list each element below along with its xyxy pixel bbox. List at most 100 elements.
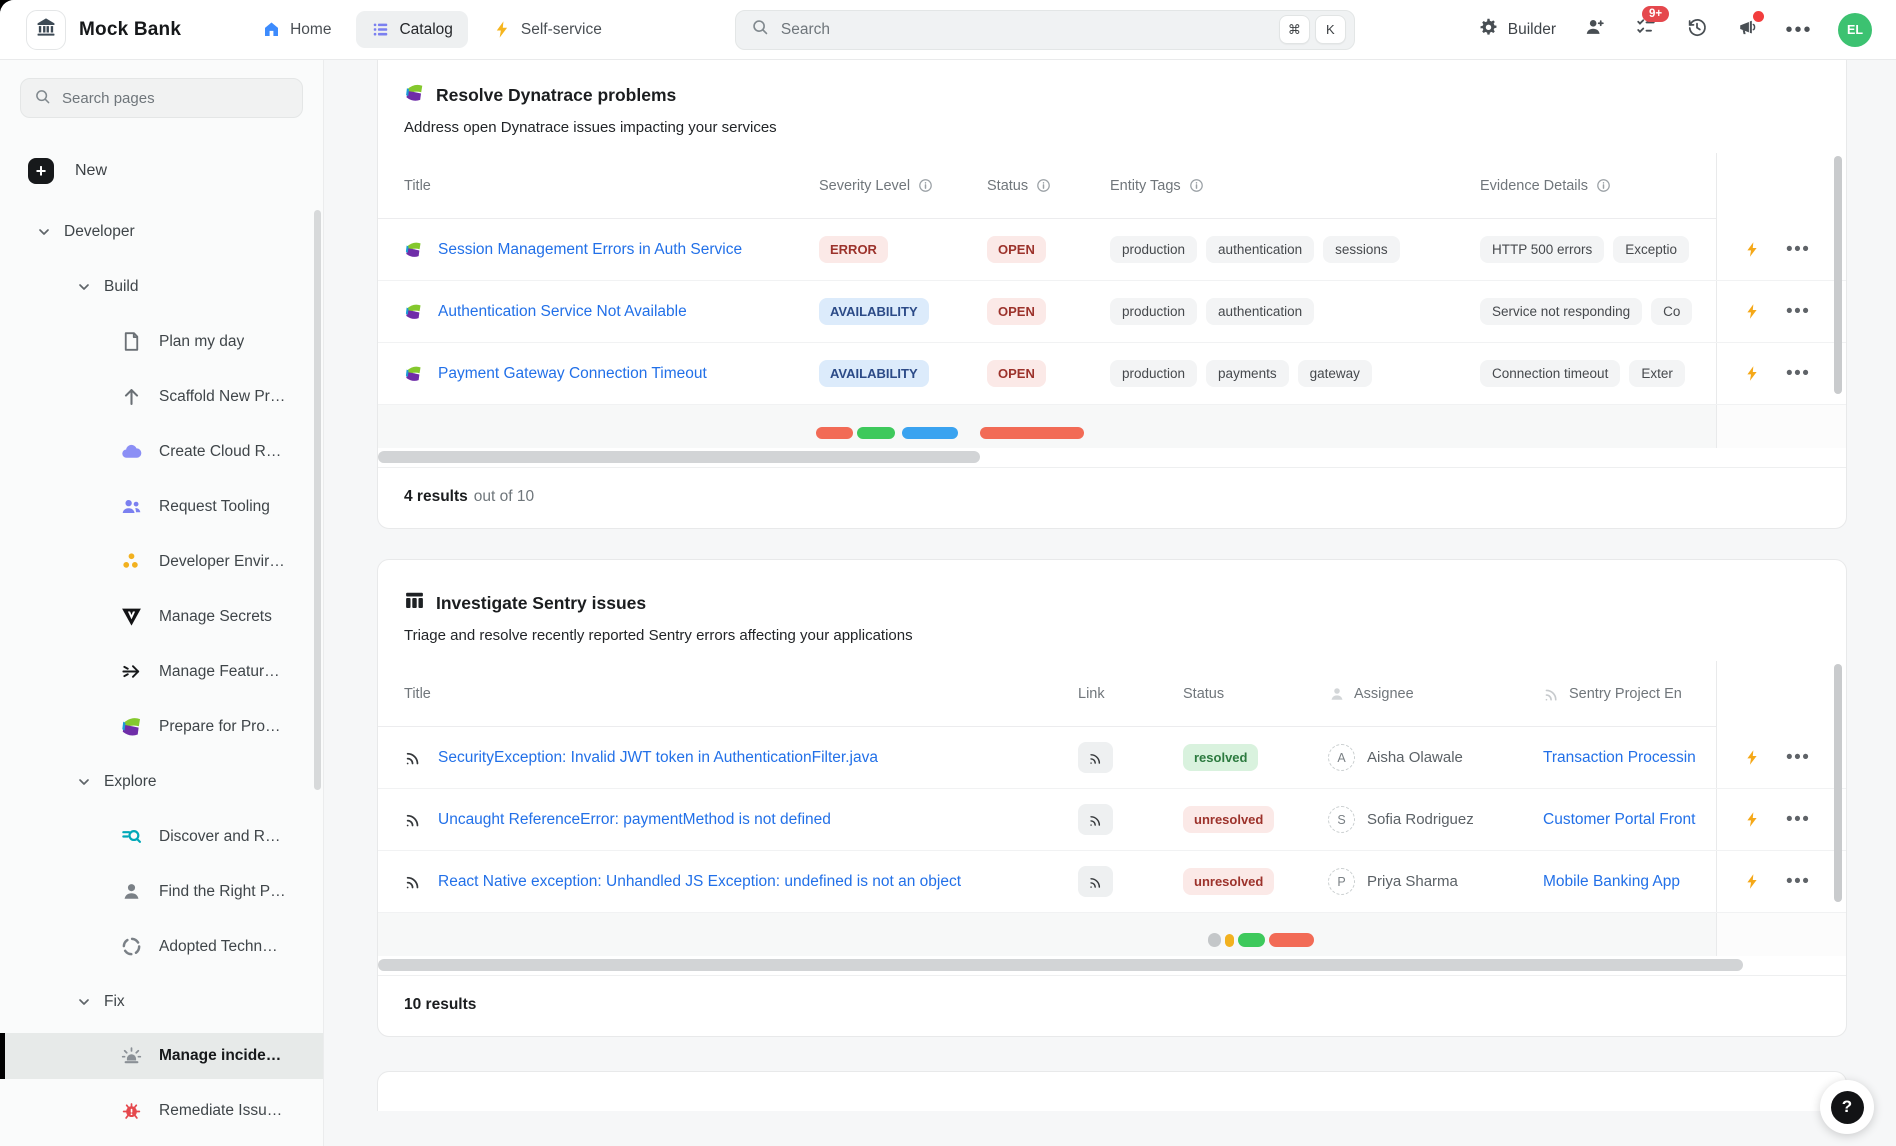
global-search-input[interactable]: Search ⌘ K xyxy=(735,10,1355,50)
brand-logo[interactable] xyxy=(26,10,66,50)
new-page-button[interactable]: + New xyxy=(28,150,323,192)
table-vertical-scrollbar[interactable] xyxy=(1834,156,1842,394)
column-header-sentry-project-en[interactable]: Sentry Project En xyxy=(1543,685,1718,703)
sentry-link-button[interactable] xyxy=(1078,804,1113,835)
column-header-title[interactable]: Title xyxy=(404,178,819,194)
horizontal-scrollbar-thumb[interactable] xyxy=(378,451,980,463)
automation-bolt-button[interactable] xyxy=(1744,365,1761,382)
sidebar-item-find-the-right-p[interactable]: Find the Right P… xyxy=(0,864,323,919)
sidebar-item-manage-incide[interactable]: Manage incide… xyxy=(0,1033,323,1079)
sidebar-scrollbar[interactable] xyxy=(314,210,321,790)
automation-bolt-button[interactable] xyxy=(1744,303,1761,320)
evidence-chip: Co xyxy=(1651,298,1692,325)
sidebar-item-prepare-for-pro[interactable]: Prepare for Pro… xyxy=(0,699,323,754)
column-header-status[interactable]: Status xyxy=(987,178,1110,194)
main-content: Resolve Dynatrace problems Address open … xyxy=(324,60,1896,1146)
history-button[interactable] xyxy=(1685,18,1709,42)
sidebar-item-manage-secrets[interactable]: Manage Secrets xyxy=(0,589,323,644)
sidebar-section-explore[interactable]: Explore xyxy=(0,754,323,809)
row-title-link[interactable]: React Native exception: Unhandled JS Exc… xyxy=(438,873,961,891)
evidence-list: Connection timeoutExter xyxy=(1480,360,1685,387)
tag-list: productionauthenticationsessions xyxy=(1110,236,1400,263)
automation-bolt-button[interactable] xyxy=(1744,241,1761,258)
column-header-label: Severity Level xyxy=(819,178,910,194)
project-link[interactable]: Customer Portal Front xyxy=(1543,811,1695,829)
more-menu-button[interactable]: ••• xyxy=(1787,18,1811,42)
nav-tab-self-service[interactable]: Self-service xyxy=(478,11,617,48)
project-link[interactable]: Transaction Processin xyxy=(1543,749,1696,767)
evidence-list: Service not respondingCo xyxy=(1480,298,1692,325)
sidebar-item-create-cloud-r[interactable]: Create Cloud R… xyxy=(0,424,323,479)
automation-bolt-button[interactable] xyxy=(1744,873,1761,890)
row-more-button[interactable]: ••• xyxy=(1786,754,1810,762)
row-title-link[interactable]: Session Management Errors in Auth Servic… xyxy=(438,241,742,259)
row-title-link[interactable]: Payment Gateway Connection Timeout xyxy=(438,365,707,383)
tasks-button[interactable]: 9+ xyxy=(1634,18,1658,42)
search-icon xyxy=(34,88,62,109)
nav-tab-catalog[interactable]: Catalog xyxy=(356,11,467,48)
column-header-link[interactable]: Link xyxy=(1078,686,1183,702)
row-more-button[interactable]: ••• xyxy=(1786,370,1810,378)
sidebar-item-adopted-techn[interactable]: Adopted Techn… xyxy=(0,919,323,974)
sidebar-section-label: Build xyxy=(104,278,138,296)
info-icon[interactable] xyxy=(1036,178,1051,193)
sidebar-section-build[interactable]: Build xyxy=(0,259,323,314)
sentry-icon xyxy=(404,810,423,829)
sentry-link-button[interactable] xyxy=(1078,866,1113,897)
nav-tab-home[interactable]: Home xyxy=(247,11,346,48)
home-icon xyxy=(262,20,281,39)
topbar-actions: Builder 9+ ••• EL xyxy=(1478,13,1872,47)
assignee-avatar: S xyxy=(1328,806,1355,833)
info-icon[interactable] xyxy=(918,178,933,193)
cell-severity: AVAILABILITY xyxy=(819,360,987,387)
gear-icon xyxy=(1478,17,1499,43)
results-footer: 4 resultsout of 10 xyxy=(378,467,1846,528)
column-header-assignee[interactable]: Assignee xyxy=(1328,685,1543,703)
table-row: Authentication Service Not AvailableAVAI… xyxy=(378,281,1846,343)
automation-bolt-button[interactable] xyxy=(1744,811,1761,828)
invite-user-button[interactable] xyxy=(1583,18,1607,42)
sidebar-search-input[interactable]: Search pages xyxy=(20,78,303,118)
column-header-title[interactable]: Title xyxy=(404,686,1078,702)
cell-evidence: Connection timeoutExter xyxy=(1480,360,1720,387)
column-header-status[interactable]: Status xyxy=(1183,686,1328,702)
row-more-button[interactable]: ••• xyxy=(1786,308,1810,316)
sidebar-item-plan-my-day[interactable]: Plan my day xyxy=(0,314,323,369)
builder-button[interactable]: Builder xyxy=(1478,17,1556,43)
row-more-button[interactable]: ••• xyxy=(1786,816,1810,824)
sidebar-section-fix[interactable]: Fix xyxy=(0,974,323,1029)
row-actions: ••• xyxy=(1716,343,1846,404)
table-widget-icon xyxy=(404,590,425,616)
announcements-button[interactable] xyxy=(1736,18,1760,42)
results-count: 10 results xyxy=(404,996,476,1013)
info-icon[interactable] xyxy=(1596,178,1611,193)
sidebar-section-developer[interactable]: Developer xyxy=(0,204,323,259)
user-avatar[interactable]: EL xyxy=(1838,13,1872,47)
row-title-link[interactable]: SecurityException: Invalid JWT token in … xyxy=(438,749,878,767)
table-vertical-scrollbar[interactable] xyxy=(1834,664,1842,902)
sidebar-item-manage-featur[interactable]: Manage Featur… xyxy=(0,644,323,699)
sidebar-item-label: Developer Envir… xyxy=(159,553,285,571)
row-title-link[interactable]: Uncaught ReferenceError: paymentMethod i… xyxy=(438,811,831,829)
row-more-button[interactable]: ••• xyxy=(1786,246,1810,254)
sidebar-item-developer-envir[interactable]: Developer Envir… xyxy=(0,534,323,589)
column-header-evidence-details[interactable]: Evidence Details xyxy=(1480,178,1720,194)
status-badge: OPEN xyxy=(987,360,1046,387)
horizontal-scrollbar-thumb[interactable] xyxy=(378,959,1743,971)
sidebar-item-scaffold-new-pr[interactable]: Scaffold New Pr… xyxy=(0,369,323,424)
row-more-button[interactable]: ••• xyxy=(1786,878,1810,886)
column-header-severity-level[interactable]: Severity Level xyxy=(819,178,987,194)
row-title-link[interactable]: Authentication Service Not Available xyxy=(438,303,687,321)
column-header-entity-tags[interactable]: Entity Tags xyxy=(1110,178,1480,194)
sidebar-item-discover-and-r[interactable]: Discover and R… xyxy=(0,809,323,864)
ellipsis-icon: ••• xyxy=(1786,25,1813,35)
info-icon[interactable] xyxy=(1189,178,1204,193)
automation-bolt-button[interactable] xyxy=(1744,749,1761,766)
sidebar-item-request-tooling[interactable]: Request Tooling xyxy=(0,479,323,534)
sidebar-item-remediate-issu[interactable]: Remediate Issu… xyxy=(0,1083,323,1138)
sentry-card: Investigate Sentry issues Triage and res… xyxy=(377,559,1847,1037)
help-button[interactable]: ? xyxy=(1820,1080,1874,1134)
tag-list: productionauthentication xyxy=(1110,298,1314,325)
sentry-link-button[interactable] xyxy=(1078,742,1113,773)
project-link[interactable]: Mobile Banking App xyxy=(1543,873,1680,891)
